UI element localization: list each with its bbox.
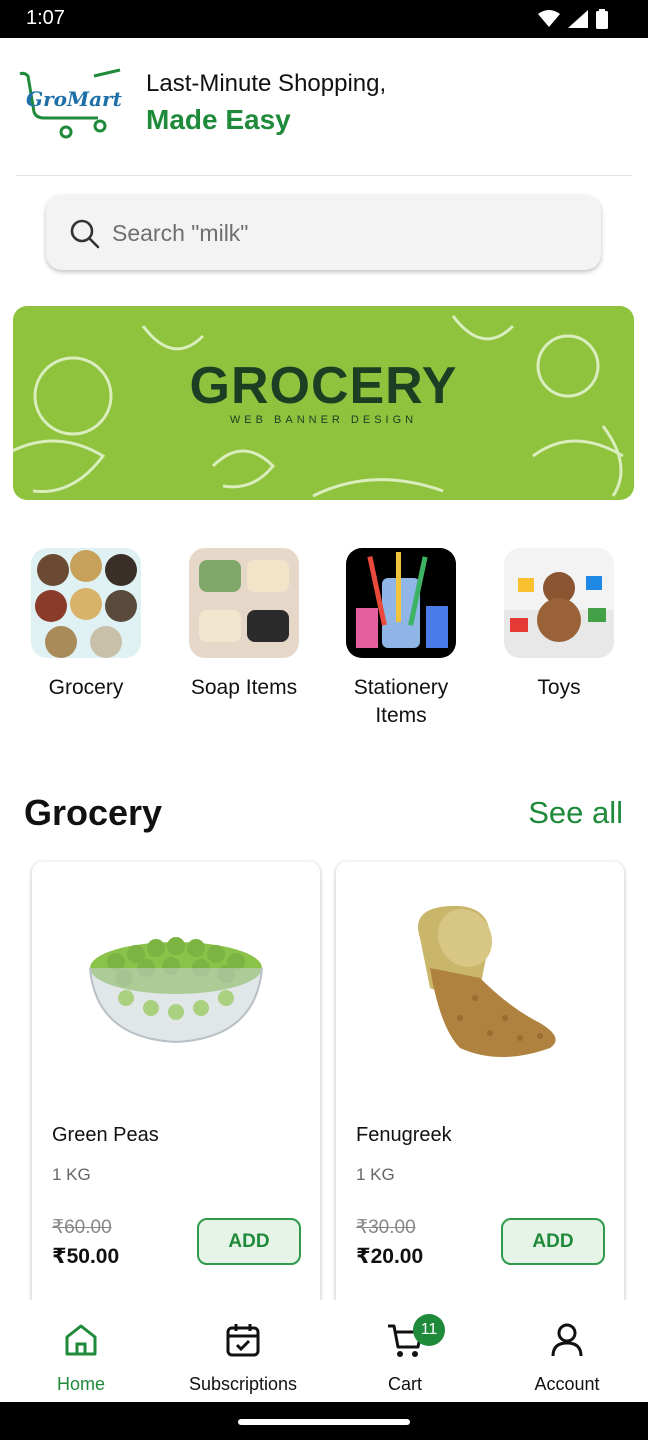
gromart-logo[interactable]: GroMart bbox=[18, 68, 124, 140]
search-bar[interactable] bbox=[46, 195, 601, 270]
product-name: Fenugreek bbox=[356, 1124, 452, 1146]
status-bar: 1:07 bbox=[0, 0, 648, 38]
soap-category-image bbox=[189, 548, 299, 658]
product-card[interactable]: Fenugreek 1 KG ₹30.00 ₹20.00 ADD bbox=[336, 862, 624, 1322]
product-mrp: ₹60.00 bbox=[52, 1217, 112, 1238]
category-grocery[interactable]: Grocery bbox=[11, 548, 161, 702]
nav-label: Cart bbox=[387, 1374, 422, 1394]
product-name: Green Peas bbox=[52, 1124, 159, 1146]
section-title: Grocery bbox=[24, 792, 163, 833]
category-label: Stationery Items bbox=[353, 676, 449, 727]
banner-title: GROCERY bbox=[189, 357, 458, 415]
calendar-check-icon bbox=[226, 1324, 260, 1357]
tagline-line2: Made Easy bbox=[146, 104, 291, 135]
fenugreek-image bbox=[418, 905, 556, 1057]
person-icon bbox=[551, 1323, 583, 1357]
add-to-cart-button[interactable]: ADD bbox=[501, 1218, 605, 1265]
bottom-navigation: Home Subscriptions 11 Cart Account bbox=[0, 1300, 648, 1402]
wifi-icon bbox=[538, 10, 560, 27]
product-price: ₹50.00 bbox=[52, 1245, 120, 1268]
battery-icon bbox=[596, 9, 608, 29]
nav-label: Subscriptions bbox=[188, 1374, 298, 1394]
banner-subtitle: WEB BANNER DESIGN bbox=[229, 414, 418, 426]
category-stationery-items[interactable]: Stationery Items bbox=[326, 548, 476, 730]
cart-count-badge: 11 bbox=[413, 1314, 445, 1346]
category-label: Toys bbox=[537, 676, 581, 699]
nav-label: Account bbox=[534, 1374, 600, 1394]
toys-category-image bbox=[504, 548, 614, 658]
app-header: GroMart Last-Minute Shopping, Made Easy bbox=[0, 38, 648, 176]
category-soap-items[interactable]: Soap Items bbox=[169, 548, 319, 702]
promo-banner[interactable]: GROCERY WEB BANNER DESIGN bbox=[13, 306, 634, 500]
svg-text:GroMart: GroMart bbox=[26, 87, 123, 111]
stationery-category-image bbox=[346, 548, 456, 658]
header-divider bbox=[16, 175, 632, 176]
product-price: ₹20.00 bbox=[356, 1245, 424, 1268]
product-card[interactable]: Green Peas 1 KG ₹60.00 ₹50.00 ADD bbox=[32, 862, 320, 1322]
signal-icon bbox=[568, 10, 588, 28]
see-all-link[interactable]: See all bbox=[528, 795, 623, 831]
system-gesture-bar bbox=[0, 1402, 648, 1440]
nav-home[interactable]: Home bbox=[1, 1320, 161, 1395]
category-label: Grocery bbox=[48, 676, 124, 699]
nav-subscriptions[interactable]: Subscriptions bbox=[163, 1320, 323, 1395]
status-time: 1:07 bbox=[26, 7, 65, 29]
nav-label: Home bbox=[56, 1374, 105, 1394]
cart-logo-icon: GroMart bbox=[19, 68, 123, 139]
search-input[interactable] bbox=[112, 213, 572, 253]
category-toys[interactable]: Toys bbox=[484, 548, 634, 702]
product-quantity: 1 KG bbox=[356, 1165, 395, 1184]
product-mrp: ₹30.00 bbox=[356, 1217, 416, 1238]
home-gesture-handle[interactable] bbox=[238, 1419, 410, 1425]
green-peas-image bbox=[89, 937, 263, 1044]
nav-account[interactable]: Account bbox=[487, 1320, 647, 1395]
category-label: Soap Items bbox=[190, 676, 298, 699]
home-icon bbox=[65, 1324, 97, 1356]
search-icon bbox=[70, 219, 100, 249]
grocery-category-image bbox=[31, 548, 141, 658]
nav-cart[interactable]: 11 Cart bbox=[325, 1314, 485, 1395]
product-quantity: 1 KG bbox=[52, 1165, 91, 1184]
status-icons bbox=[538, 9, 608, 29]
tagline-line1: Last-Minute Shopping, bbox=[146, 70, 387, 97]
add-to-cart-button[interactable]: ADD bbox=[197, 1218, 301, 1265]
